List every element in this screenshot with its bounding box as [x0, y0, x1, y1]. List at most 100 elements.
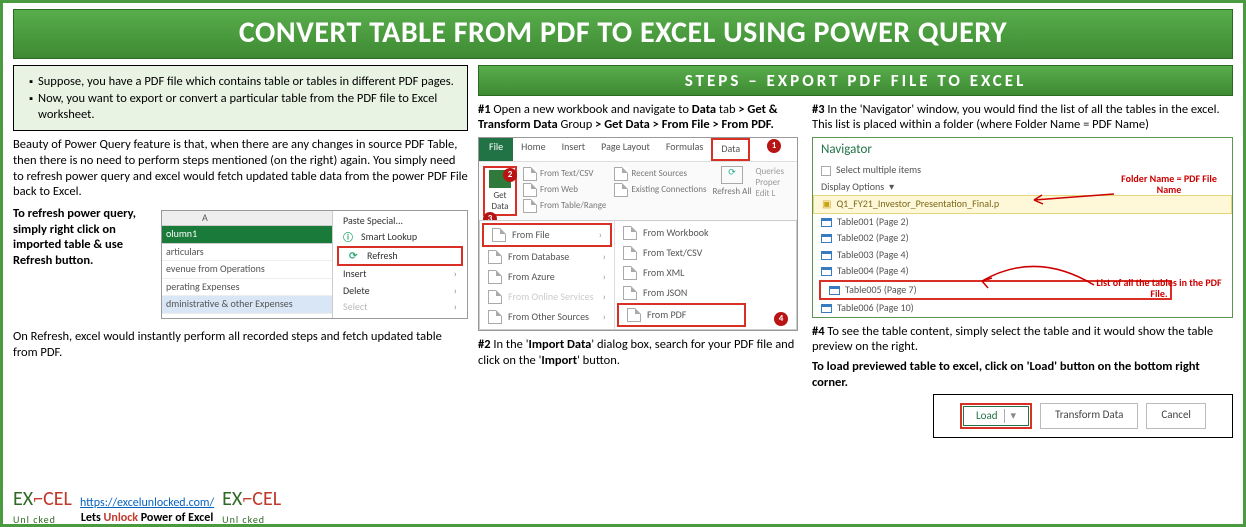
from-table-range[interactable]: From Table/Range	[521, 198, 608, 214]
from-json[interactable]: From JSON	[615, 283, 748, 303]
load-button[interactable]: Load▾	[960, 403, 1032, 429]
recent-icon	[614, 167, 628, 181]
from-web[interactable]: From Web	[521, 182, 608, 198]
step4-bold: To load previewed table to excel, click …	[812, 359, 1200, 390]
checkbox-icon	[821, 166, 831, 176]
from-database[interactable]: From Database›	[480, 247, 614, 267]
footer: EX⌐CEL Unl cked https://excelunlocked.co…	[13, 488, 468, 526]
intro-bullet: Suppose, you have a PDF file which conta…	[38, 74, 457, 90]
online-icon	[488, 290, 502, 304]
from-other[interactable]: From Other Sources›	[480, 307, 614, 327]
navigator-title: Navigator	[813, 138, 1232, 162]
from-xml[interactable]: From XML	[615, 263, 748, 283]
menu-smart-lookup[interactable]: ⓘSmart Lookup	[333, 229, 467, 246]
badge-4: 4	[774, 312, 788, 326]
chevron-right-icon: ›	[454, 301, 457, 314]
table-row: perating Expenses	[162, 279, 332, 297]
page-title: CONVERT TABLE FROM PDF TO EXCEL USING PO…	[13, 9, 1233, 59]
folder-row[interactable]: ▣Q1_FY21_Investor_Presentation_Final.p	[813, 195, 1232, 214]
intro-box: Suppose, you have a PDF file which conta…	[13, 65, 468, 132]
table-icon	[821, 304, 832, 313]
lookup-icon: ⓘ	[343, 232, 355, 244]
tab-formulas[interactable]: Formulas	[658, 138, 711, 161]
ribbon-mock: 1 2 3 File Home Insert Page Layout Formu…	[478, 137, 798, 331]
navigator-mock: Navigator Select multiple items Display …	[812, 137, 1233, 318]
steps-header: STEPS – EXPORT PDF FILE TO EXCEL	[478, 65, 1233, 96]
recent-sources[interactable]: Recent Sources	[612, 166, 708, 182]
menu-refresh[interactable]: ⟳Refresh	[337, 246, 463, 267]
chevron-right-icon: ›	[454, 268, 457, 281]
table-row[interactable]: Table002 (Page 2)	[813, 230, 1232, 247]
txt-icon	[623, 246, 637, 260]
tab-page-layout[interactable]: Page Layout	[593, 138, 658, 161]
transform-button[interactable]: Transform Data	[1040, 403, 1138, 429]
table-row: articulars	[162, 244, 332, 262]
col-letter: A	[162, 211, 332, 227]
intro-bullet: Now, you want to export or convert a par…	[38, 91, 457, 122]
table-header: olumn1	[162, 226, 332, 244]
menu-delete[interactable]: Delete›	[333, 283, 467, 300]
context-menu[interactable]: Paste Special... ⓘSmart Lookup ⟳Refresh …	[332, 211, 467, 318]
mini-excel-mock: A olumn1 articulars evenue from Operatio…	[161, 210, 468, 319]
annot-tables: List of all the tables in the PDF File.	[1094, 277, 1224, 299]
arrow-icon	[1026, 186, 1116, 206]
other-icon	[488, 310, 502, 324]
load-bar: Load▾ Transform Data Cancel	[933, 394, 1233, 438]
table-row: dministrative & other Expenses	[162, 296, 332, 314]
beauty-para: Beauty of Power Query feature is that, w…	[13, 137, 468, 200]
menu-insert[interactable]: Insert›	[333, 266, 467, 283]
annot-folder: Folder Name = PDF File Name	[1114, 173, 1224, 195]
db-icon	[488, 250, 502, 264]
tab-insert[interactable]: Insert	[554, 138, 594, 161]
site-link[interactable]: https://excelunlocked.com/	[80, 496, 214, 510]
table-icon	[821, 234, 832, 243]
from-azure[interactable]: From Azure›	[480, 267, 614, 287]
table-row: evenue from Operations	[162, 261, 332, 279]
from-file[interactable]: From File›	[482, 223, 612, 247]
refresh-icon: ⟳	[349, 250, 361, 262]
chevron-right-icon: ›	[454, 285, 457, 298]
from-text-csv[interactable]: From Text/CSV	[521, 166, 608, 182]
from-workbook[interactable]: From Workbook	[615, 223, 748, 243]
table-icon	[523, 199, 537, 213]
from-online[interactable]: From Online Services›	[480, 287, 614, 307]
from-pdf[interactable]: From PDF	[617, 303, 746, 327]
refresh-hint: To refresh power query, simply right cli…	[13, 206, 136, 268]
table-icon	[829, 286, 840, 295]
queries-label: Queries	[756, 166, 784, 177]
get-data-menu: 4 From File› From Database› From Azure› …	[479, 220, 797, 330]
workbook-icon	[623, 226, 637, 240]
step1-text: #1 Open a new workbook and navigate to D…	[478, 102, 798, 133]
step4-text: #4 To see the table content, simply sele…	[812, 324, 1233, 355]
tab-home[interactable]: Home	[513, 138, 553, 161]
xml-icon	[623, 266, 637, 280]
web-icon	[523, 183, 537, 197]
chevron-down-icon: ▾	[889, 181, 894, 194]
menu-paste-special[interactable]: Paste Special...	[333, 213, 467, 230]
conn-icon	[614, 183, 628, 197]
edit-links-label: Edit L	[756, 188, 784, 199]
table-icon	[821, 267, 832, 276]
arrow-icon	[976, 255, 1096, 295]
file-icon	[523, 167, 537, 181]
chevron-right-icon: ›	[599, 229, 602, 242]
step3-text: #3 In the 'Navigator' window, you would …	[812, 102, 1233, 133]
pdf-icon	[627, 308, 641, 322]
menu-select[interactable]: Select›	[333, 299, 467, 316]
on-refresh-para: On Refresh, excel would instantly perfor…	[13, 329, 468, 360]
folder-icon: ▣	[822, 198, 831, 211]
file-icon	[492, 228, 506, 242]
table-row[interactable]: Table006 (Page 10)	[813, 300, 1232, 317]
key-icon: ⌐	[33, 490, 43, 508]
tab-data[interactable]: Data	[711, 138, 750, 161]
logo-left: EX⌐CEL Unl cked	[13, 490, 72, 526]
file-tab[interactable]: File	[479, 138, 513, 161]
refresh-all-icon: ⟳	[721, 166, 743, 184]
cancel-button[interactable]: Cancel	[1146, 403, 1206, 429]
refresh-all[interactable]: Refresh All	[713, 186, 752, 197]
key-icon: ⌐	[242, 490, 252, 508]
badge-1: 1	[767, 139, 781, 153]
from-txt[interactable]: From Text/CSV	[615, 243, 748, 263]
existing-connections[interactable]: Existing Connections	[612, 182, 708, 198]
table-row[interactable]: Table001 (Page 2)	[813, 214, 1232, 231]
